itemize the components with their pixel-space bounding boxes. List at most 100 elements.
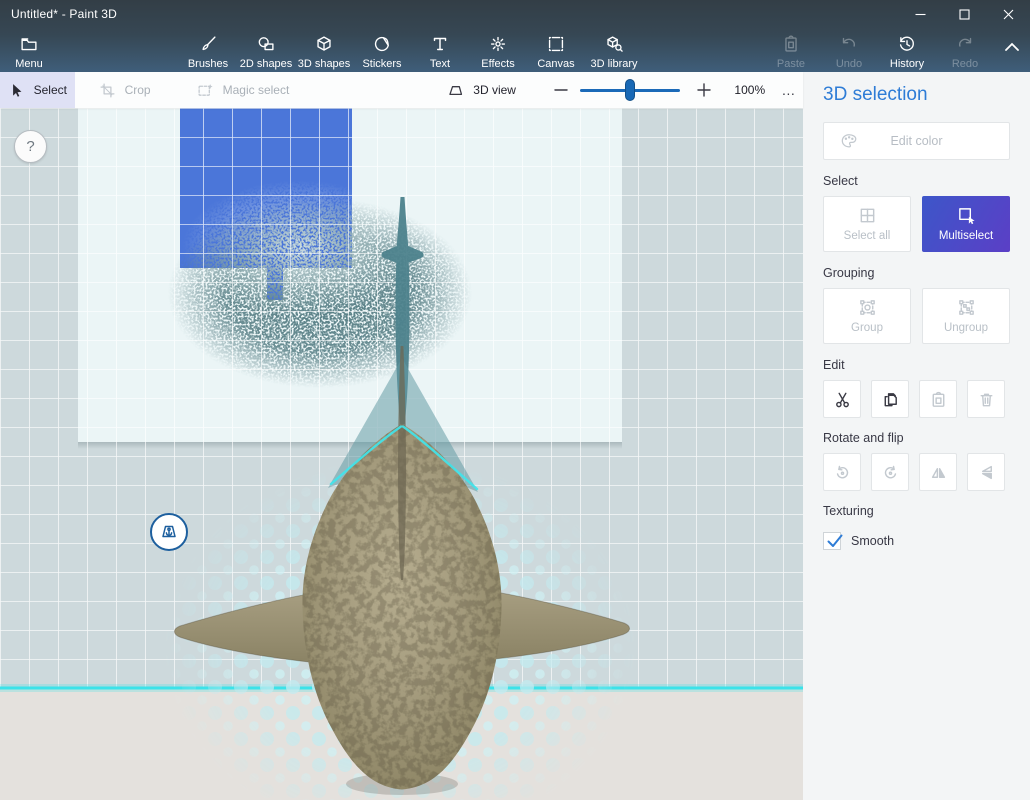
canvas-column: Select Crop Magic select 3D view xyxy=(0,72,803,800)
window-controls xyxy=(898,0,1030,28)
crop-tool-button: Crop xyxy=(89,72,161,108)
workspace: Select Crop Magic select 3D view xyxy=(0,72,1030,800)
flip-horizontal-icon xyxy=(929,463,948,482)
3d-view-label: 3D view xyxy=(473,83,516,97)
top-bar: Untitled* - Paint 3D Menu xyxy=(0,0,1030,72)
crop-tool-label: Crop xyxy=(125,83,151,97)
3d-shapes-icon xyxy=(313,33,335,55)
undo-button: Undo xyxy=(820,33,878,70)
minimize-button[interactable] xyxy=(898,0,942,28)
flip-vertical-icon xyxy=(977,463,996,482)
grouping-section-label: Grouping xyxy=(823,266,1010,280)
smooth-checkbox[interactable] xyxy=(823,532,841,550)
select-tool-button[interactable]: Select xyxy=(0,72,75,108)
brushes-icon xyxy=(197,33,219,55)
group-icon xyxy=(858,298,877,317)
zoom-level-value[interactable]: 100% xyxy=(731,83,769,97)
copy-icon xyxy=(881,390,900,409)
select-section-buttons: Select all Multiselect xyxy=(823,196,1010,252)
select-tool-label: Select xyxy=(34,83,67,97)
chevron-up-icon xyxy=(1004,42,1020,52)
plus-icon xyxy=(696,82,712,98)
smooth-label: Smooth xyxy=(851,534,894,548)
panel-title: 3D selection xyxy=(823,84,1010,106)
help-button[interactable]: ? xyxy=(14,130,47,163)
history-icon xyxy=(896,33,918,55)
history-button[interactable]: History xyxy=(878,33,936,70)
tool-3d-library[interactable]: 3D library xyxy=(585,33,643,70)
flip-vertical-button xyxy=(967,453,1005,491)
palette-icon xyxy=(839,131,859,151)
zoom-slider[interactable] xyxy=(580,79,680,101)
3d-view-button[interactable]: 3D view xyxy=(437,72,526,108)
cut-button[interactable] xyxy=(823,380,861,418)
rotate-section-label: Rotate and flip xyxy=(823,431,1010,445)
delete-button xyxy=(967,380,1005,418)
undo-icon xyxy=(838,33,860,55)
canvas-viewport[interactable]: ? xyxy=(0,108,803,800)
window-title: Untitled* - Paint 3D xyxy=(0,7,117,21)
redo-icon xyxy=(954,33,976,55)
tool-options-bar: Select Crop Magic select 3D view xyxy=(0,72,803,108)
paste-icon xyxy=(780,33,802,55)
maximize-button[interactable] xyxy=(942,0,986,28)
ribbon-collapse-button[interactable] xyxy=(994,33,1030,70)
magic-select-tool-button: Magic select xyxy=(187,72,300,108)
perspective-reset-button[interactable] xyxy=(150,513,188,551)
paste-button: Paste xyxy=(762,33,820,70)
select-cursor-icon xyxy=(8,82,25,99)
tool-effects[interactable]: Effects xyxy=(469,33,527,70)
grouping-section-buttons: Group Ungroup xyxy=(823,288,1010,344)
minimize-icon xyxy=(915,9,926,20)
paste-small-icon xyxy=(929,390,948,409)
text-icon xyxy=(429,33,451,55)
side-panel-3d-selection: 3D selection Edit color Select Select al… xyxy=(803,72,1030,800)
smooth-option: Smooth xyxy=(823,532,1010,550)
3d-view-icon xyxy=(447,82,464,99)
delete-icon xyxy=(977,390,996,409)
ribbon-tools: Brushes 2D shapes 3D shapes Stickers Tex… xyxy=(179,33,643,70)
copy-button[interactable] xyxy=(871,380,909,418)
2d-shapes-icon xyxy=(255,33,277,55)
edit-section-label: Edit xyxy=(823,358,1010,372)
paste-small-button xyxy=(919,380,957,418)
tool-2d-shapes[interactable]: 2D shapes xyxy=(237,33,295,70)
rotate-left-icon xyxy=(833,463,852,482)
edit-color-label: Edit color xyxy=(890,134,942,148)
rotate-section-buttons xyxy=(823,453,1010,491)
ribbon-toolbar: Menu Brushes 2D shapes 3D shapes Stick xyxy=(0,28,1030,72)
minus-icon xyxy=(553,82,569,98)
ribbon-actions: Paste Undo History Redo xyxy=(762,33,1030,70)
close-button[interactable] xyxy=(986,0,1030,28)
tool-stickers[interactable]: Stickers xyxy=(353,33,411,70)
tool-3d-shapes[interactable]: 3D shapes xyxy=(295,33,353,70)
maximize-icon xyxy=(959,9,970,20)
edit-section-buttons xyxy=(823,380,1010,418)
tool-brushes[interactable]: Brushes xyxy=(179,33,237,70)
flip-horizontal-button xyxy=(919,453,957,491)
stickers-icon xyxy=(371,33,393,55)
scene-render xyxy=(0,108,803,800)
checkmark-icon xyxy=(825,531,844,550)
zoom-in-button[interactable] xyxy=(694,82,712,98)
tool-canvas[interactable]: Canvas xyxy=(527,33,585,70)
canvas-icon xyxy=(545,33,567,55)
edit-color-button: Edit color xyxy=(823,122,1010,160)
multiselect-icon xyxy=(957,206,976,225)
select-all-button: Select all xyxy=(823,196,911,252)
crop-icon xyxy=(99,82,116,99)
zoom-out-button[interactable] xyxy=(552,82,570,98)
redo-button: Redo xyxy=(936,33,994,70)
rotate-right-icon xyxy=(881,463,900,482)
magic-select-tool-label: Magic select xyxy=(223,83,290,97)
tool-text[interactable]: Text xyxy=(411,33,469,70)
title-bar: Untitled* - Paint 3D xyxy=(0,0,1030,28)
zoom-slider-thumb[interactable] xyxy=(625,79,635,101)
select-all-icon xyxy=(858,206,877,225)
ungroup-icon xyxy=(957,298,976,317)
menu-button[interactable]: Menu xyxy=(7,33,51,70)
rotate-left-button xyxy=(823,453,861,491)
multiselect-button[interactable]: Multiselect xyxy=(922,196,1010,252)
select-section-label: Select xyxy=(823,174,1010,188)
more-options-button[interactable]: … xyxy=(775,82,803,98)
